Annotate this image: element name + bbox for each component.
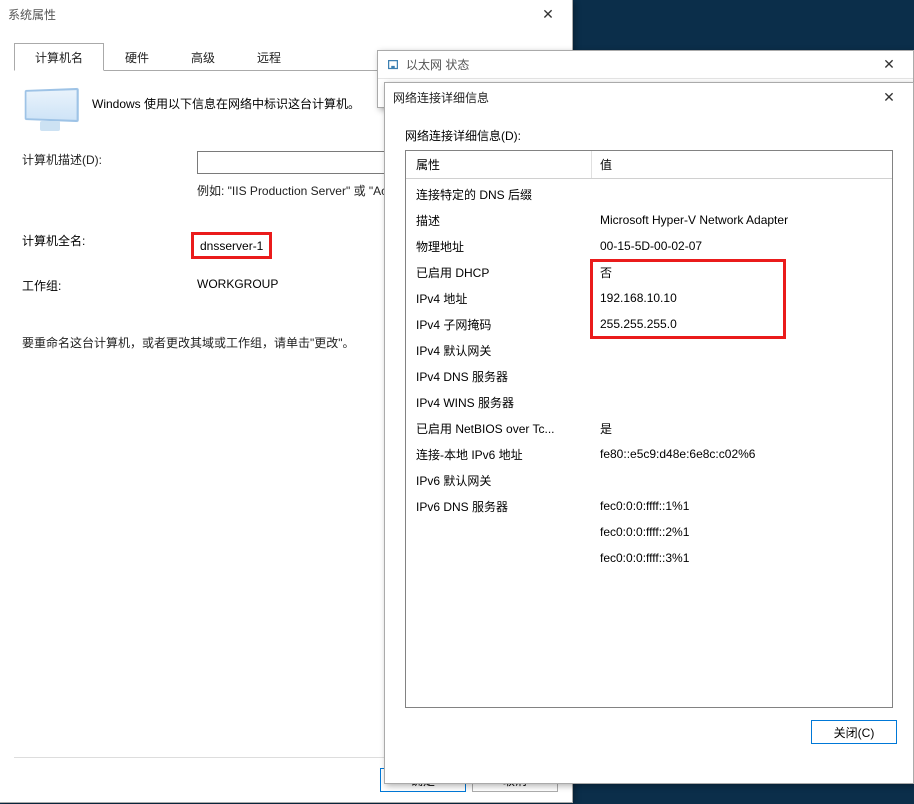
titlebar: 以太网 状态 ✕: [378, 51, 913, 79]
row-property: IPv4 子网掩码: [406, 316, 592, 333]
full-computer-name-label: 计算机全名:: [22, 232, 197, 259]
list-row[interactable]: IPv4 子网掩码255.255.255.0: [406, 311, 892, 337]
row-value: 255.255.255.0: [592, 317, 677, 331]
row-property: IPv4 DNS 服务器: [406, 368, 592, 385]
row-value: fec0:0:0:ffff::3%1: [592, 551, 689, 565]
row-value: Microsoft Hyper-V Network Adapter: [592, 213, 788, 227]
listview-header: 属性 值: [406, 151, 892, 179]
list-row[interactable]: fec0:0:0:ffff::2%1: [406, 519, 892, 545]
row-property: IPv4 WINS 服务器: [406, 394, 592, 411]
list-row[interactable]: 物理地址00-15-5D-00-02-07: [406, 233, 892, 259]
computer-icon: [22, 89, 78, 131]
details-listview[interactable]: 属性 值 连接特定的 DNS 后缀描述Microsoft Hyper-V Net…: [405, 150, 893, 708]
row-property: 物理地址: [406, 238, 592, 255]
list-row[interactable]: 连接-本地 IPv6 地址fe80::e5c9:d48e:6e8c:c02%6: [406, 441, 892, 467]
list-row[interactable]: 描述Microsoft Hyper-V Network Adapter: [406, 207, 892, 233]
titlebar: 网络连接详细信息 ✕: [385, 83, 913, 111]
close-icon[interactable]: ✕: [869, 53, 909, 77]
workgroup-label: 工作组:: [22, 277, 197, 294]
row-property: 连接特定的 DNS 后缀: [406, 186, 592, 203]
list-row[interactable]: IPv6 DNS 服务器fec0:0:0:ffff::1%1: [406, 493, 892, 519]
row-property: IPv6 DNS 服务器: [406, 498, 592, 515]
row-value: fe80::e5c9:d48e:6e8c:c02%6: [592, 447, 755, 461]
intro-text: Windows 使用以下信息在网络中标识这台计算机。: [92, 89, 360, 112]
ethernet-icon: [386, 58, 400, 72]
list-row[interactable]: 连接特定的 DNS 后缀: [406, 181, 892, 207]
row-property: IPv4 地址: [406, 290, 592, 307]
window-title: 以太网 状态: [406, 56, 869, 73]
row-property: 连接-本地 IPv6 地址: [406, 446, 592, 463]
list-row[interactable]: IPv4 WINS 服务器: [406, 389, 892, 415]
row-property: IPv6 默认网关: [406, 472, 592, 489]
window-title: 系统属性: [8, 6, 528, 23]
close-button[interactable]: 关闭(C): [811, 720, 897, 744]
section-label: 网络连接详细信息(D):: [405, 127, 893, 144]
list-row[interactable]: IPv4 DNS 服务器: [406, 363, 892, 389]
computer-description-label: 计算机描述(D):: [22, 151, 197, 168]
rename-hint: 要重命名这台计算机，或者更改其域或工作组，请单击"更改"。: [22, 334, 362, 353]
list-row[interactable]: IPv6 默认网关: [406, 467, 892, 493]
row-property: 已启用 DHCP: [406, 264, 592, 281]
row-value: fec0:0:0:ffff::2%1: [592, 525, 689, 539]
row-value: fec0:0:0:ffff::1%1: [592, 499, 689, 513]
row-value: 192.168.10.10: [592, 291, 677, 305]
titlebar: 系统属性 ✕: [0, 0, 572, 28]
tab-hardware[interactable]: 硬件: [104, 43, 170, 71]
row-property: 描述: [406, 212, 592, 229]
tab-advanced[interactable]: 高级: [170, 43, 236, 71]
row-property: IPv4 默认网关: [406, 342, 592, 359]
listview-rows: 连接特定的 DNS 后缀描述Microsoft Hyper-V Network …: [406, 179, 892, 571]
tab-computer-name[interactable]: 计算机名: [14, 43, 104, 71]
list-row[interactable]: 已启用 DHCP否: [406, 259, 892, 285]
window-title: 网络连接详细信息: [393, 89, 869, 106]
tab-remote[interactable]: 远程: [236, 43, 302, 71]
row-value: 是: [592, 420, 612, 437]
list-row[interactable]: 已启用 NetBIOS over Tc...是: [406, 415, 892, 441]
column-value[interactable]: 值: [592, 156, 612, 173]
row-property: 已启用 NetBIOS over Tc...: [406, 420, 592, 437]
close-icon[interactable]: ✕: [528, 2, 568, 26]
list-row[interactable]: IPv4 默认网关: [406, 337, 892, 363]
close-icon[interactable]: ✕: [869, 85, 909, 109]
list-row[interactable]: IPv4 地址192.168.10.10: [406, 285, 892, 311]
workgroup-value: WORKGROUP: [197, 277, 278, 294]
row-value: 否: [592, 264, 612, 281]
row-value: 00-15-5D-00-02-07: [592, 239, 702, 253]
network-connection-details-window: 网络连接详细信息 ✕ 网络连接详细信息(D): 属性 值 连接特定的 DNS 后…: [384, 82, 914, 784]
list-row[interactable]: fec0:0:0:ffff::3%1: [406, 545, 892, 571]
full-computer-name-value: dnsserver-1: [200, 239, 263, 253]
column-property[interactable]: 属性: [406, 151, 592, 178]
